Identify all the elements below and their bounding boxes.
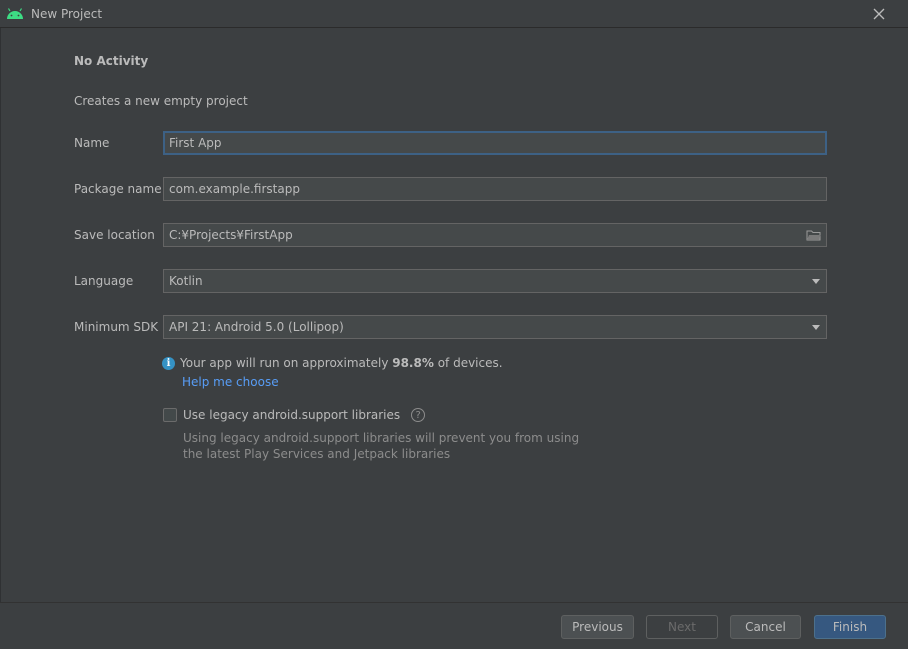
help-me-choose-link[interactable]: Help me choose: [182, 375, 279, 389]
title-bar: New Project: [0, 0, 908, 28]
cancel-button[interactable]: Cancel: [730, 615, 801, 639]
chevron-down-icon: [812, 279, 820, 284]
package-name-label: Package name: [74, 182, 162, 196]
question-icon[interactable]: ?: [411, 408, 426, 422]
package-name-input[interactable]: com.example.firstapp: [163, 177, 827, 201]
next-button[interactable]: Next: [646, 615, 718, 639]
android-icon: [7, 7, 23, 19]
coverage-prefix: Your app will run on approximately: [180, 356, 393, 370]
previous-button[interactable]: Previous: [561, 615, 634, 639]
save-location-label: Save location: [74, 228, 155, 242]
template-description: Creates a new empty project: [74, 94, 248, 108]
minimum-sdk-value: API 21: Android 5.0 (Lollipop): [169, 320, 344, 334]
finish-button[interactable]: Finish: [814, 615, 886, 639]
coverage-suffix: of devices.: [433, 356, 503, 370]
form-panel: No Activity Creates a new empty project …: [0, 28, 908, 602]
legacy-note-line-2: the latest Play Services and Jetpack lib…: [183, 447, 451, 461]
legacy-support-label[interactable]: Use legacy android.support libraries: [183, 408, 400, 422]
legacy-support-checkbox[interactable]: [163, 408, 177, 422]
save-location-value: C:¥Projects¥FirstApp: [169, 228, 293, 242]
language-value: Kotlin: [169, 274, 203, 288]
info-icon: i: [162, 356, 175, 370]
minimum-sdk-label: Minimum SDK: [74, 320, 159, 334]
save-location-input[interactable]: C:¥Projects¥FirstApp: [163, 223, 827, 247]
minimum-sdk-select[interactable]: API 21: Android 5.0 (Lollipop): [163, 315, 827, 339]
name-input[interactable]: First App: [163, 131, 827, 155]
language-label: Language: [74, 274, 134, 288]
window-title: New Project: [31, 6, 103, 21]
legacy-note-line-1: Using legacy android.support libraries w…: [183, 431, 580, 445]
folder-icon[interactable]: [806, 229, 821, 241]
legacy-support-option: Use legacy android.support libraries ?: [163, 408, 426, 422]
dialog-footer: Previous Next Cancel Finish: [0, 602, 908, 649]
device-coverage-info: i Your app will run on approximately 98.…: [162, 356, 503, 370]
close-icon[interactable]: [870, 5, 888, 23]
template-heading: No Activity: [74, 54, 149, 68]
language-select[interactable]: Kotlin: [163, 269, 827, 293]
name-label: Name: [74, 136, 110, 150]
chevron-down-icon: [812, 325, 820, 330]
coverage-percent: 98.8%: [392, 356, 434, 370]
legacy-support-note: Using legacy android.support libraries w…: [183, 430, 579, 462]
